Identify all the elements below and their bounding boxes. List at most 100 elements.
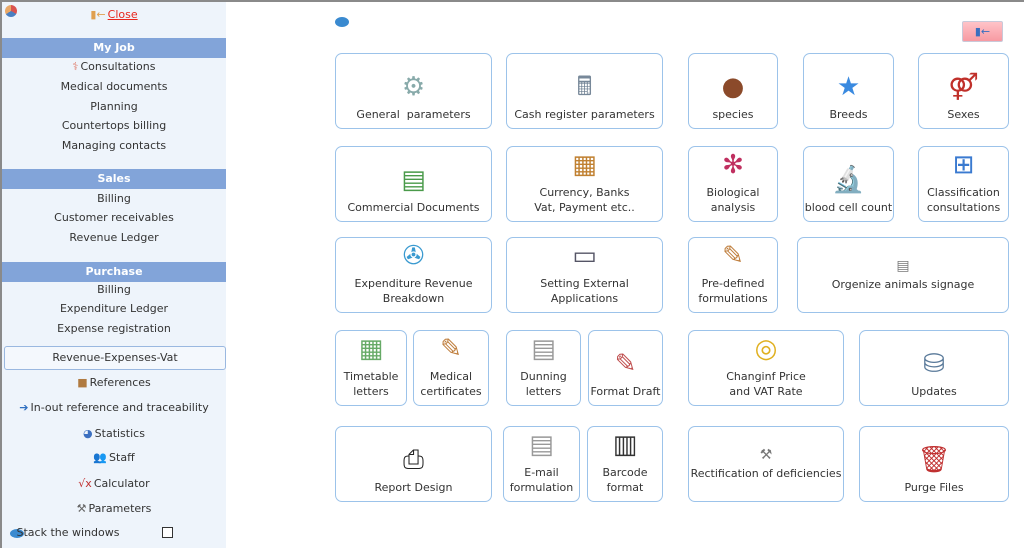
tile-rectification-of-deficiencies[interactable]: ⚒ Rectification of deficiencies xyxy=(688,426,844,502)
section-header-purchase: Purchase xyxy=(2,262,226,282)
sidebar-item-expenditure-ledger[interactable]: Expenditure Ledger xyxy=(2,301,226,317)
coins-icon: ◎ xyxy=(754,334,778,364)
close-link[interactable]: ▮← Close xyxy=(2,7,226,23)
draft-icon: ✎ xyxy=(614,349,637,379)
tile-biological-analysis[interactable]: ✻ Biological analysis xyxy=(688,146,778,222)
text-doc-icon: ▤ xyxy=(529,430,554,460)
tile-label: Purge Files xyxy=(904,481,964,494)
cash-register-icon: 🖩 xyxy=(576,72,593,102)
tile-label: Commercial Documents xyxy=(347,201,480,214)
sidebar-item-managing-contacts[interactable]: Managing contacts xyxy=(2,138,226,154)
tile-expenditure-revenue-breakdown[interactable]: ✇ Expenditure Revenue Breakdown xyxy=(335,237,492,313)
calculator-icon: ▦ xyxy=(358,334,384,364)
box-icon: ■ xyxy=(77,376,88,389)
tile-label: Cash register parameters xyxy=(514,108,655,121)
sidebar-item-parameters[interactable]: ⚒ Parameters xyxy=(2,501,226,517)
sidebar: ▮← Close My Job ⚕ Consultations Medical do… xyxy=(0,2,226,548)
trash-icon: 🗑 xyxy=(917,445,951,475)
tile-setting-external-applications[interactable]: ▭ Setting External Applications xyxy=(506,237,663,313)
sidebar-item-countertops-billing[interactable]: Countertops billing xyxy=(2,118,226,134)
sidebar-item-planning[interactable]: Planning xyxy=(2,99,226,115)
fan-icon: ✇ xyxy=(402,241,425,271)
tile-general-parameters[interactable]: ⚙ General parameters xyxy=(335,53,492,129)
tile-label: Report Design xyxy=(374,481,453,494)
sign-icon: ▤ xyxy=(896,258,910,274)
tile-label: Sexes xyxy=(947,108,980,121)
chat-bubble-icon xyxy=(335,17,349,27)
sidebar-item-references[interactable]: ■ References xyxy=(2,375,226,391)
exit-door-icon: ▮← xyxy=(90,8,106,21)
sidebar-item-calculator[interactable]: √x Calculator xyxy=(2,476,226,492)
hierarchy-icon: ⊞ xyxy=(952,150,975,180)
tile-label: Updates xyxy=(911,385,957,398)
gender-symbols-icon: ⚤ xyxy=(948,72,979,102)
tools-icon: ⚒ xyxy=(759,447,773,463)
windows-icon: ▭ xyxy=(572,241,597,271)
tile-label: Rectification of deficiencies xyxy=(690,467,842,480)
sidebar-item-traceability[interactable]: ➔ In-out reference and traceability xyxy=(2,400,226,416)
database-icon: ⛁ xyxy=(923,349,945,379)
tile-label: Orgenize animals signage xyxy=(831,278,975,291)
notepad-icon: ▦ xyxy=(572,150,597,180)
printer-icon: ⎙ xyxy=(403,445,424,475)
sidebar-item-expense-registration[interactable]: Expense registration xyxy=(2,321,226,337)
barcode-icon: ▥ xyxy=(612,430,638,460)
tile-species[interactable]: ● species xyxy=(688,53,778,129)
sidebar-item-purchase-billing[interactable]: Billing xyxy=(2,282,226,298)
microscope-icon: 🔬 xyxy=(832,165,865,195)
exit-door-icon: ▮← xyxy=(974,25,991,38)
tile-label: Breeds xyxy=(829,108,868,121)
tile-commercial-documents[interactable]: ▤ Commercial Documents xyxy=(335,146,492,222)
tile-e-mail-formulation[interactable]: ▤ E-mail formulation xyxy=(503,426,580,502)
blue-star-icon: ★ xyxy=(836,72,861,102)
tile-sexes[interactable]: ⚤ Sexes xyxy=(918,53,1009,129)
tile-label: Setting External Applications xyxy=(540,277,629,305)
sidebar-item-customer-receivables[interactable]: Customer receivables xyxy=(2,210,226,226)
tile-label: Expenditure Revenue Breakdown xyxy=(354,277,473,305)
exit-button[interactable]: ▮← xyxy=(962,21,1003,42)
sidebar-item-medical-documents[interactable]: Medical documents xyxy=(2,79,226,95)
square-root-icon: √x xyxy=(78,477,92,490)
arrow-right-icon: ➔ xyxy=(19,401,29,414)
tile-barcode-format[interactable]: ▥ Barcode format xyxy=(587,426,663,502)
tile-pre-defined-formulations[interactable]: ✎ Pre-defined formulations xyxy=(688,237,778,313)
users-icon: 👥 xyxy=(93,451,108,464)
tile-label: Classification consultations xyxy=(926,186,1001,214)
tile-purge-files[interactable]: 🗑 Purge Files xyxy=(859,426,1009,502)
tile-orgenize-animals-signage[interactable]: ▤ Orgenize animals signage xyxy=(797,237,1009,313)
gears-icon: ⚙ xyxy=(401,72,426,102)
tile-label: Dunning letters xyxy=(520,370,567,398)
tile-label: Format Draft xyxy=(590,385,661,398)
tile-label: species xyxy=(712,108,754,121)
revenue-expenses-vat-button[interactable]: Revenue-Expenses-Vat xyxy=(4,346,226,370)
sidebar-item-sales-billing[interactable]: Billing xyxy=(2,191,226,207)
tile-format-draft[interactable]: ✎ Format Draft xyxy=(588,330,663,406)
sidebar-item-revenue-ledger[interactable]: Revenue Ledger xyxy=(2,230,226,246)
tile-blood-cell-count[interactable]: 🔬 blood cell count xyxy=(803,146,894,222)
tile-currency-banks-vat-payment-etc[interactable]: ▦ Currency, Banks Vat, Payment etc.. xyxy=(506,146,663,222)
tile-cash-register-parameters[interactable]: 🖩 Cash register parameters xyxy=(506,53,663,129)
tile-breeds[interactable]: ★ Breeds xyxy=(803,53,894,129)
goomba-icon: ● xyxy=(721,72,745,102)
pie-chart-icon: ◕ xyxy=(83,427,93,440)
section-header-sales: Sales xyxy=(2,169,226,189)
stack-windows-checkbox[interactable] xyxy=(162,527,173,538)
tile-timetable-letters[interactable]: ▦ Timetable letters xyxy=(335,330,407,406)
tile-label: Medical certificates xyxy=(420,370,482,398)
tile-report-design[interactable]: ⎙ Report Design xyxy=(335,426,492,502)
tile-updates[interactable]: ⛁ Updates xyxy=(859,330,1009,406)
pen-icon: ✎ xyxy=(722,241,744,271)
sidebar-item-statistics[interactable]: ◕ Statistics xyxy=(2,426,226,442)
sidebar-item-staff[interactable]: 👥 Staff xyxy=(2,450,226,466)
molecule-icon: ✻ xyxy=(722,150,744,180)
tile-dunning-letters[interactable]: ▤ Dunning letters xyxy=(506,330,581,406)
sidebar-item-consultations[interactable]: ⚕ Consultations xyxy=(2,59,226,75)
stethoscope-icon: ⚕ xyxy=(72,60,79,73)
tile-changinf-price-and-vat-rate[interactable]: ◎ Changinf Price and VAT Rate xyxy=(688,330,844,406)
tile-label: Currency, Banks Vat, Payment etc.. xyxy=(534,186,635,214)
tile-classification-consultations[interactable]: ⊞ Classification consultations xyxy=(918,146,1009,222)
text-doc-icon: ▤ xyxy=(531,334,556,364)
tile-label: Barcode format xyxy=(602,466,648,494)
tile-label: Biological analysis xyxy=(706,186,760,214)
tile-medical-certificates[interactable]: ✎ Medical certificates xyxy=(413,330,489,406)
